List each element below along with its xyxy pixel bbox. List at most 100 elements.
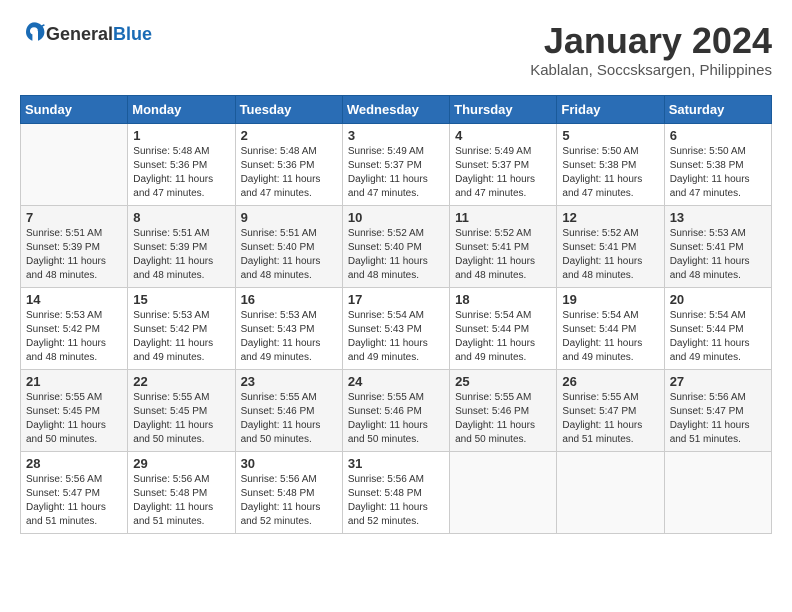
calendar-header: SundayMondayTuesdayWednesdayThursdayFrid… [21, 96, 772, 124]
day-number: 24 [348, 374, 444, 389]
day-info: Sunrise: 5:55 AM Sunset: 5:46 PM Dayligh… [348, 391, 444, 447]
header-day-tuesday: Tuesday [235, 96, 342, 124]
day-info: Sunrise: 5:55 AM Sunset: 5:46 PM Dayligh… [455, 391, 551, 447]
calendar-cell: 30Sunrise: 5:56 AM Sunset: 5:48 PM Dayli… [235, 452, 342, 534]
calendar-cell: 5 Sunrise: 5:50 AM Sunset: 5:38 PM Daylig… [557, 124, 664, 206]
logo-icon [22, 20, 46, 44]
day-number: 11 [455, 210, 551, 225]
title-block: January 2024 Kablalan, Soccsksargen, Phi… [530, 20, 772, 79]
calendar-cell: 29Sunrise: 5:56 AM Sunset: 5:48 PM Dayli… [128, 452, 235, 534]
page-header: GeneralBlue January 2024 Kablalan, Soccs… [20, 20, 772, 79]
calendar-cell: 13Sunrise: 5:53 AM Sunset: 5:41 PM Dayli… [664, 206, 771, 288]
day-info: Sunrise: 5:52 AM Sunset: 5:41 PM Dayligh… [455, 227, 551, 283]
day-number: 13 [670, 210, 766, 225]
day-number: 8 [133, 210, 229, 225]
day-info: Sunrise: 5:53 AM Sunset: 5:42 PM Dayligh… [26, 309, 122, 365]
calendar-cell: 17Sunrise: 5:54 AM Sunset: 5:43 PM Dayli… [342, 288, 449, 370]
day-info: Sunrise: 5:51 AM Sunset: 5:40 PM Dayligh… [241, 227, 337, 283]
calendar-cell: 19 Sunrise: 5:54 AM Sunset: 5:44 PM Dayli… [557, 288, 664, 370]
header-day-thursday: Thursday [450, 96, 557, 124]
week-row-2: 7 Sunrise: 5:51 AM Sunset: 5:39 PM Daylig… [21, 206, 772, 288]
month-year-title: January 2024 [530, 20, 772, 62]
day-number: 22 [133, 374, 229, 389]
day-number: 12 [562, 210, 658, 225]
day-info: Sunrise: 5:50 AM Sunset: 5:38 PM Dayligh… [670, 145, 766, 201]
calendar-cell: 6 Sunrise: 5:50 AM Sunset: 5:38 PM Daylig… [664, 124, 771, 206]
week-row-1: 1 Sunrise: 5:48 AM Sunset: 5:36 PM Daylig… [21, 124, 772, 206]
day-number: 28 [26, 456, 122, 471]
calendar-cell: 27 Sunrise: 5:56 AM Sunset: 5:47 PM Dayli… [664, 370, 771, 452]
day-info: Sunrise: 5:55 AM Sunset: 5:45 PM Dayligh… [26, 391, 122, 447]
calendar-cell: 16 Sunrise: 5:53 AM Sunset: 5:43 PM Dayli… [235, 288, 342, 370]
calendar-cell [450, 452, 557, 534]
day-number: 4 [455, 128, 551, 143]
day-number: 30 [241, 456, 337, 471]
day-number: 6 [670, 128, 766, 143]
calendar-cell: 12 Sunrise: 5:52 AM Sunset: 5:41 PM Dayli… [557, 206, 664, 288]
day-number: 16 [241, 292, 337, 307]
day-number: 27 [670, 374, 766, 389]
day-info: Sunrise: 5:53 AM Sunset: 5:43 PM Dayligh… [241, 309, 337, 365]
logo-general-text: General [46, 24, 113, 44]
day-info: Sunrise: 5:52 AM Sunset: 5:41 PM Dayligh… [562, 227, 658, 283]
calendar-cell: 9Sunrise: 5:51 AM Sunset: 5:40 PM Daylig… [235, 206, 342, 288]
calendar-cell: 2Sunrise: 5:48 AM Sunset: 5:36 PM Daylig… [235, 124, 342, 206]
location-subtitle: Kablalan, Soccsksargen, Philippines [530, 62, 772, 79]
day-info: Sunrise: 5:51 AM Sunset: 5:39 PM Dayligh… [133, 227, 229, 283]
calendar-cell: 26 Sunrise: 5:55 AM Sunset: 5:47 PM Dayli… [557, 370, 664, 452]
day-info: Sunrise: 5:56 AM Sunset: 5:47 PM Dayligh… [670, 391, 766, 447]
day-number: 31 [348, 456, 444, 471]
header-day-sunday: Sunday [21, 96, 128, 124]
calendar-cell: 21Sunrise: 5:55 AM Sunset: 5:45 PM Dayli… [21, 370, 128, 452]
day-info: Sunrise: 5:51 AM Sunset: 5:39 PM Dayligh… [26, 227, 122, 283]
calendar-cell: 1 Sunrise: 5:48 AM Sunset: 5:36 PM Daylig… [128, 124, 235, 206]
calendar-table: SundayMondayTuesdayWednesdayThursdayFrid… [20, 95, 772, 534]
day-number: 3 [348, 128, 444, 143]
logo: GeneralBlue [20, 20, 152, 49]
calendar-cell: 10 Sunrise: 5:52 AM Sunset: 5:40 PM Dayli… [342, 206, 449, 288]
day-info: Sunrise: 5:48 AM Sunset: 5:36 PM Dayligh… [133, 145, 229, 201]
day-info: Sunrise: 5:52 AM Sunset: 5:40 PM Dayligh… [348, 227, 444, 283]
calendar-cell: 11 Sunrise: 5:52 AM Sunset: 5:41 PM Dayli… [450, 206, 557, 288]
day-number: 25 [455, 374, 551, 389]
calendar-cell [21, 124, 128, 206]
week-row-3: 14Sunrise: 5:53 AM Sunset: 5:42 PM Dayli… [21, 288, 772, 370]
day-info: Sunrise: 5:55 AM Sunset: 5:47 PM Dayligh… [562, 391, 658, 447]
day-info: Sunrise: 5:54 AM Sunset: 5:44 PM Dayligh… [455, 309, 551, 365]
day-number: 17 [348, 292, 444, 307]
day-number: 23 [241, 374, 337, 389]
header-day-monday: Monday [128, 96, 235, 124]
day-info: Sunrise: 5:50 AM Sunset: 5:38 PM Dayligh… [562, 145, 658, 201]
day-number: 19 [562, 292, 658, 307]
calendar-cell: 14Sunrise: 5:53 AM Sunset: 5:42 PM Dayli… [21, 288, 128, 370]
calendar-cell: 24 Sunrise: 5:55 AM Sunset: 5:46 PM Dayli… [342, 370, 449, 452]
header-day-friday: Friday [557, 96, 664, 124]
day-info: Sunrise: 5:54 AM Sunset: 5:44 PM Dayligh… [562, 309, 658, 365]
day-number: 5 [562, 128, 658, 143]
day-info: Sunrise: 5:55 AM Sunset: 5:46 PM Dayligh… [241, 391, 337, 447]
calendar-cell: 8 Sunrise: 5:51 AM Sunset: 5:39 PM Daylig… [128, 206, 235, 288]
day-number: 20 [670, 292, 766, 307]
calendar-cell: 18Sunrise: 5:54 AM Sunset: 5:44 PM Dayli… [450, 288, 557, 370]
calendar-cell: 25 Sunrise: 5:55 AM Sunset: 5:46 PM Dayli… [450, 370, 557, 452]
day-info: Sunrise: 5:54 AM Sunset: 5:44 PM Dayligh… [670, 309, 766, 365]
header-row: SundayMondayTuesdayWednesdayThursdayFrid… [21, 96, 772, 124]
day-number: 15 [133, 292, 229, 307]
week-row-5: 28 Sunrise: 5:56 AM Sunset: 5:47 PM Dayli… [21, 452, 772, 534]
day-info: Sunrise: 5:49 AM Sunset: 5:37 PM Dayligh… [348, 145, 444, 201]
day-number: 1 [133, 128, 229, 143]
calendar-cell: 22 Sunrise: 5:55 AM Sunset: 5:45 PM Dayli… [128, 370, 235, 452]
day-number: 26 [562, 374, 658, 389]
logo-blue-text: Blue [113, 24, 152, 44]
day-info: Sunrise: 5:56 AM Sunset: 5:48 PM Dayligh… [133, 473, 229, 529]
calendar-cell [664, 452, 771, 534]
day-info: Sunrise: 5:56 AM Sunset: 5:47 PM Dayligh… [26, 473, 122, 529]
header-day-wednesday: Wednesday [342, 96, 449, 124]
calendar-cell: 15Sunrise: 5:53 AM Sunset: 5:42 PM Dayli… [128, 288, 235, 370]
calendar-cell: 4Sunrise: 5:49 AM Sunset: 5:37 PM Daylig… [450, 124, 557, 206]
day-number: 7 [26, 210, 122, 225]
calendar-cell [557, 452, 664, 534]
day-number: 10 [348, 210, 444, 225]
day-info: Sunrise: 5:55 AM Sunset: 5:45 PM Dayligh… [133, 391, 229, 447]
calendar-cell: 28 Sunrise: 5:56 AM Sunset: 5:47 PM Dayli… [21, 452, 128, 534]
